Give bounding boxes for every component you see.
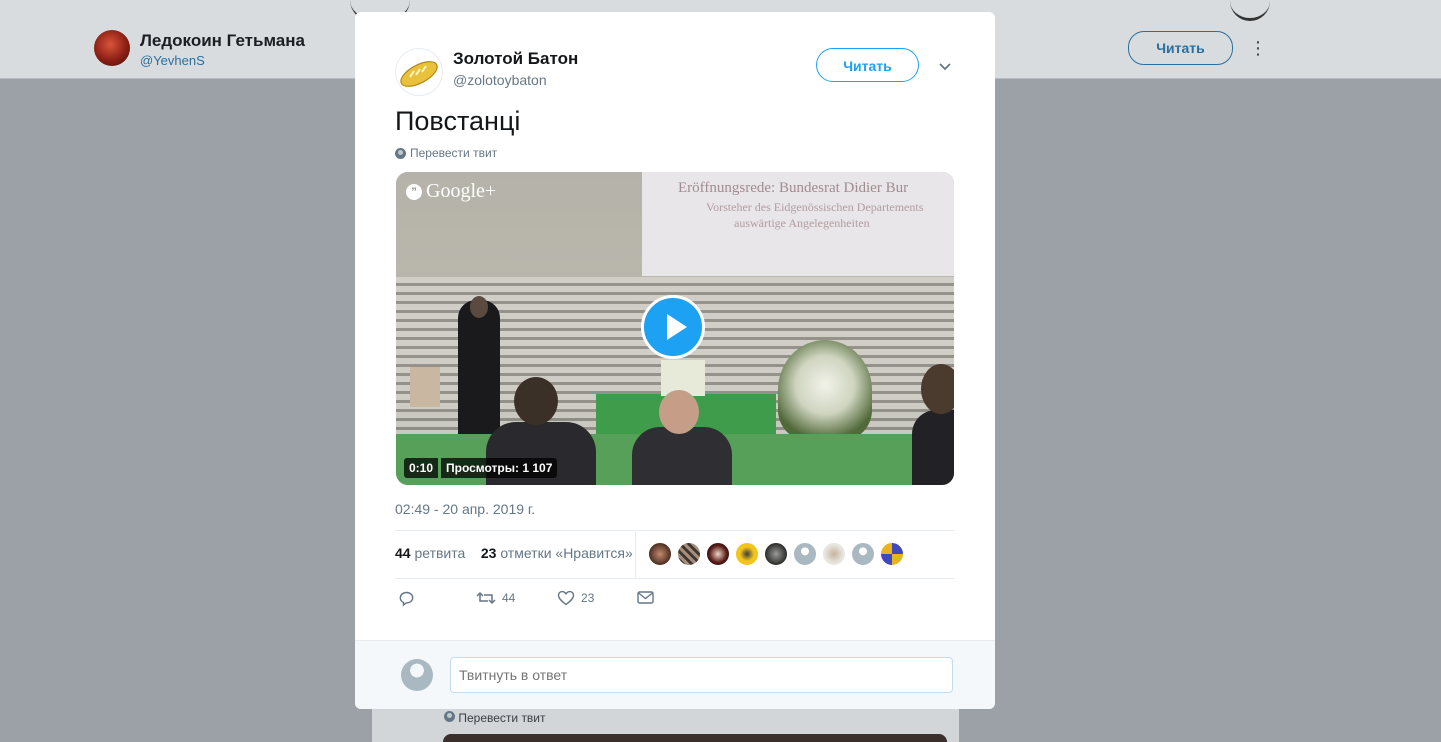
video-frame-audience <box>632 427 732 485</box>
envelope-icon <box>637 591 654 604</box>
video-frame-audience-head <box>514 377 558 425</box>
like-total: 23 <box>480 545 497 561</box>
watermark-label: Google+ <box>426 180 497 202</box>
liker-avatar[interactable] <box>880 542 904 566</box>
divider <box>395 578 955 579</box>
like-stats-label: отметки «Нравится» <box>500 545 633 561</box>
globe-icon <box>444 711 455 722</box>
video-player[interactable]: Eröffnungsrede: Bundesrat Didier Bur Vor… <box>396 172 954 485</box>
liker-avatar[interactable] <box>706 542 730 566</box>
screen-title: Eröffnungsrede: Bundesrat Didier Bur <box>678 180 909 196</box>
author-avatar[interactable] <box>395 48 443 96</box>
author-handle[interactable]: @zolotoybaton <box>453 72 547 88</box>
reply-icon <box>399 591 414 607</box>
liker-avatar[interactable] <box>764 542 788 566</box>
retweet-icon <box>476 591 496 605</box>
retweet-count: 44 <box>502 591 516 605</box>
google-plus-watermark: ” Google+ <box>406 180 496 203</box>
liker-avatar[interactable] <box>851 542 875 566</box>
profile-handle[interactable]: @YevhenS <box>140 53 205 68</box>
video-frame-person-head <box>470 296 488 318</box>
header-scribble <box>1230 0 1270 21</box>
like-button[interactable]: 23 <box>557 590 594 606</box>
profile-follow-button[interactable]: Читать <box>1128 31 1233 65</box>
author-name[interactable]: Золотой Батон <box>453 49 578 69</box>
liker-avatar[interactable] <box>677 542 701 566</box>
tweet-stats: 44 ретвита 23 отметки «Нравится» <box>395 545 633 561</box>
background-translate-link[interactable]: Перевести твит <box>444 711 546 725</box>
tweet-text: Повстанці <box>395 106 521 136</box>
tweet-actions: 44 23 <box>395 590 955 614</box>
like-stats-link[interactable]: 23 отметки «Нравится» <box>481 545 633 561</box>
chevron-down-icon[interactable] <box>937 58 953 74</box>
direct-message-button[interactable] <box>637 590 654 605</box>
play-icon[interactable] <box>641 295 705 359</box>
reply-composer <box>355 640 995 709</box>
profile-name[interactable]: Ледокоин Гетьмана <box>140 31 305 51</box>
background-tweet-image[interactable] <box>443 734 947 742</box>
liker-avatar[interactable] <box>793 542 817 566</box>
divider <box>395 530 955 531</box>
video-frame-audience-head <box>659 390 699 434</box>
video-frame-audience <box>912 410 954 485</box>
retweet-stats-link[interactable]: 44 ретвита <box>395 545 465 561</box>
heart-icon <box>557 590 575 606</box>
reply-input[interactable] <box>450 657 953 693</box>
retweet-total: 44 <box>395 545 411 561</box>
video-duration: 0:10 <box>404 458 439 478</box>
screen-line: Vorsteher des Eidgenössischen Departemen… <box>706 200 924 214</box>
tweet-modal: Золотой Батон @zolotoybaton Читать Повст… <box>355 12 995 709</box>
profile-avatar[interactable] <box>94 30 130 66</box>
tweet-timestamp[interactable]: 02:49 - 20 апр. 2019 г. <box>395 501 535 517</box>
follow-button[interactable]: Читать <box>816 48 919 82</box>
video-frame-flowers <box>778 340 872 440</box>
background-translate-label: Перевести твит <box>458 711 546 725</box>
translate-label: Перевести твит <box>410 146 498 160</box>
video-frame-audience-head <box>921 364 954 414</box>
liker-avatars <box>648 542 904 566</box>
retweet-button[interactable]: 44 <box>476 590 515 606</box>
video-frame-person <box>458 300 500 438</box>
like-count: 23 <box>581 591 595 605</box>
reply-button[interactable] <box>398 590 415 607</box>
liker-avatar[interactable] <box>822 542 846 566</box>
translate-tweet-link[interactable]: Перевести твит <box>395 146 497 160</box>
golden-baton-logo <box>400 61 438 87</box>
video-frame-board <box>410 367 440 407</box>
video-view-count: Просмотры: 1 107 <box>441 458 558 478</box>
retweet-stats-label: ретвита <box>414 545 466 561</box>
user-avatar[interactable] <box>401 659 433 691</box>
globe-icon <box>395 147 406 159</box>
liker-avatar[interactable] <box>648 542 672 566</box>
screen-line: auswärtige Angelegenheiten <box>734 216 870 230</box>
quote-bubble-icon: ” <box>406 183 422 200</box>
video-frame-projection-screen: Eröffnungsrede: Bundesrat Didier Bur Vor… <box>642 172 954 276</box>
liker-avatar[interactable] <box>735 542 759 566</box>
more-vertical-icon[interactable]: ⋮ <box>1249 38 1267 58</box>
divider <box>635 532 636 578</box>
